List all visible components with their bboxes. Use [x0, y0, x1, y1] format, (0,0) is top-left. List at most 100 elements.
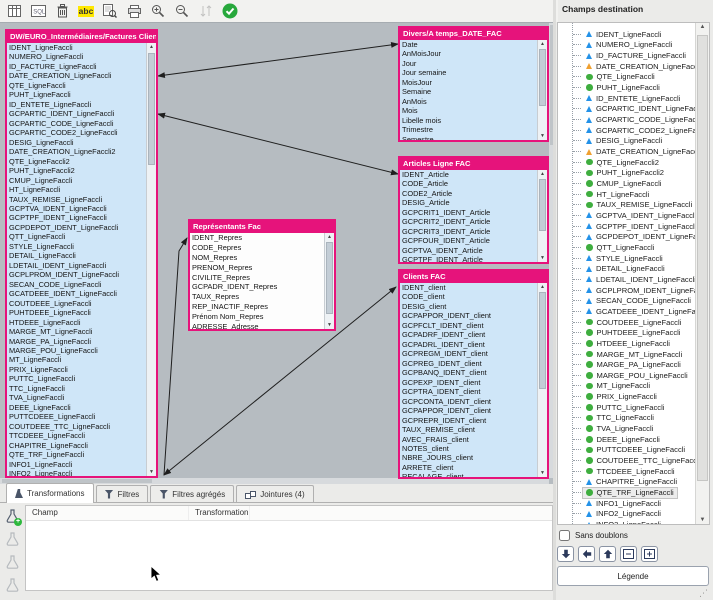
- table-field[interactable]: DESIG_Article: [400, 198, 547, 207]
- collapse-all-button[interactable]: [620, 546, 637, 562]
- grid-column-header[interactable]: Champ: [26, 506, 189, 520]
- scroll-up-icon[interactable]: ▲: [147, 43, 156, 51]
- table-field[interactable]: TAUX_REMISE_client: [400, 425, 547, 434]
- table-icon[interactable]: [3, 2, 25, 21]
- table-field[interactable]: HTDEEE_LigneFaccli: [7, 318, 156, 327]
- tree-scrollbar[interactable]: ▲ ▼: [695, 23, 709, 524]
- table-scrollbar[interactable]: ▲ ▼: [146, 43, 156, 476]
- table-field[interactable]: ARRETE_client: [400, 463, 547, 472]
- table-field[interactable]: GCPFOUR_IDENT_Article: [400, 236, 547, 245]
- table-title[interactable]: Articles Ligne FAC: [400, 158, 547, 170]
- destination-field-row[interactable]: MARGE_POU_LigneFaccli: [558, 370, 696, 381]
- table-scrollbar[interactable]: ▲ ▼: [537, 170, 547, 262]
- destination-field-row[interactable]: GCPLPROM_IDENT_LigneFaccli: [558, 285, 696, 296]
- bottom-tab[interactable]: Jointures (4): [236, 485, 313, 502]
- table-field[interactable]: INFO1_LigneFaccli: [7, 460, 156, 469]
- expand-all-button[interactable]: [641, 546, 658, 562]
- table-field[interactable]: GCPFCLT_IDENT_client: [400, 321, 547, 330]
- destination-field-row[interactable]: PUTTC_LigneFaccli: [558, 402, 696, 413]
- zoom-out-icon[interactable]: [171, 2, 193, 21]
- scroll-up-icon[interactable]: ▲: [538, 40, 547, 48]
- table-divers-temps[interactable]: Divers/A temps_DATE_FAC DateAnMoisJourJo…: [398, 26, 549, 142]
- resize-grip[interactable]: ⋰: [699, 588, 708, 599]
- preview-icon[interactable]: [99, 2, 121, 21]
- scroll-down-icon[interactable]: ▼: [325, 321, 334, 329]
- destination-field-row[interactable]: QTE_LigneFaccli2: [558, 157, 696, 168]
- table-field[interactable]: MARGE_MT_LigneFaccli: [7, 327, 156, 336]
- destination-field-row[interactable]: TTC_LigneFaccli: [558, 413, 696, 424]
- table-clients[interactable]: Clients FAC IDENT_clientCODE_clientDESIG…: [398, 269, 549, 479]
- destination-field-row[interactable]: INFO2_LigneFaccli: [558, 509, 696, 520]
- destination-field-row[interactable]: TTCDEEE_LigneFaccli: [558, 466, 696, 477]
- destination-field-row[interactable]: MT_LigneFaccli: [558, 381, 696, 392]
- table-field[interactable]: RECALAGE_client: [400, 472, 547, 477]
- sql-view-icon[interactable]: SQL: [27, 2, 49, 21]
- table-field[interactable]: Libelle mois: [400, 116, 547, 125]
- table-field[interactable]: GCPADR_IDENT_Repres: [190, 282, 334, 292]
- table-field[interactable]: COUTDEEE_LigneFaccli: [7, 299, 156, 308]
- destination-field-row[interactable]: GCPTVA_IDENT_LigneFaccli: [558, 210, 696, 221]
- destination-field-row[interactable]: ID_ENTETE_LigneFaccli: [558, 93, 696, 104]
- table-field[interactable]: Trimestre: [400, 125, 547, 134]
- scroll-down-icon[interactable]: ▼: [147, 468, 156, 476]
- table-title[interactable]: Représentants Fac: [190, 221, 334, 233]
- destination-field-row[interactable]: TAUX_REMISE_LigneFaccli: [558, 200, 696, 211]
- table-field[interactable]: CODE2_Article: [400, 189, 547, 198]
- table-field[interactable]: GCPAPPOR_IDENT_client: [400, 406, 547, 415]
- destination-field-row[interactable]: DATE_CREATION_LigneFaccli2: [558, 146, 696, 157]
- destination-field-row[interactable]: NUMERO_LigneFaccli: [558, 40, 696, 51]
- table-field[interactable]: DATE_CREATION_LigneFaccli: [7, 71, 156, 80]
- table-field[interactable]: MT_LigneFaccli: [7, 355, 156, 364]
- destination-field-row[interactable]: DATE_CREATION_LigneFaccli: [558, 61, 696, 72]
- table-field[interactable]: GCPTPF_IDENT_Article: [400, 255, 547, 262]
- table-field[interactable]: GCPTVA_IDENT_Article: [400, 246, 547, 255]
- table-field[interactable]: GCPTVA_IDENT_LigneFaccli: [7, 204, 156, 213]
- bottom-tab[interactable]: Filtres: [96, 485, 149, 502]
- scroll-down-icon[interactable]: ▼: [538, 469, 547, 477]
- destination-field-row[interactable]: STYLE_LigneFaccli: [558, 253, 696, 264]
- table-field[interactable]: STYLE_LigneFaccli: [7, 242, 156, 251]
- table-field[interactable]: CODE_client: [400, 292, 547, 301]
- scroll-thumb[interactable]: [148, 53, 155, 165]
- table-field[interactable]: DESIG_client: [400, 302, 547, 311]
- destination-field-row[interactable]: DETAIL_LigneFaccli: [558, 263, 696, 274]
- scroll-thumb[interactable]: [697, 35, 708, 481]
- table-field[interactable]: TAUX_REMISE_LigneFaccli: [7, 195, 156, 204]
- destination-field-row[interactable]: HTDEEE_LigneFaccli: [558, 338, 696, 349]
- table-field[interactable]: PRIX_LigneFaccli: [7, 365, 156, 374]
- table-field[interactable]: DATE_CREATION_LigneFaccli2: [7, 147, 156, 156]
- table-field[interactable]: MARGE_POU_LigneFaccli: [7, 346, 156, 355]
- bottom-tab[interactable]: Filtres agrégés: [150, 485, 234, 502]
- table-field[interactable]: INFO2_LigneFaccli: [7, 469, 156, 476]
- destination-field-row[interactable]: QTE_LigneFaccli: [558, 72, 696, 83]
- destination-field-row[interactable]: GCPTPF_IDENT_LigneFaccli: [558, 221, 696, 232]
- table-field[interactable]: QTT_LigneFaccli: [7, 232, 156, 241]
- transformations-grid[interactable]: ChampTransformation: [25, 505, 553, 591]
- destination-field-row[interactable]: PRIX_LigneFaccli: [558, 391, 696, 402]
- table-field[interactable]: GCPCRIT1_IDENT_Article: [400, 208, 547, 217]
- table-field[interactable]: CIVILITE_Repres: [190, 273, 334, 283]
- sans-doublons-checkbox[interactable]: [559, 530, 570, 541]
- table-field[interactable]: ID_ENTETE_LigneFaccli: [7, 100, 156, 109]
- table-field[interactable]: GCPCRIT2_IDENT_Article: [400, 217, 547, 226]
- rename-abc-icon[interactable]: abc: [75, 2, 97, 21]
- grid-column-header[interactable]: Transformation: [189, 506, 250, 520]
- table-field[interactable]: PUHT_LigneFaccli2: [7, 166, 156, 175]
- table-field[interactable]: Mois: [400, 106, 547, 115]
- table-field[interactable]: DETAIL_LigneFaccli: [7, 251, 156, 260]
- destination-field-row[interactable]: CMUP_LigneFaccli: [558, 178, 696, 189]
- table-field[interactable]: GCPEXP_IDENT_client: [400, 378, 547, 387]
- table-field[interactable]: CHAPITRE_LigneFaccli: [7, 441, 156, 450]
- table-field[interactable]: CMUP_LigneFaccli: [7, 176, 156, 185]
- table-field[interactable]: GCPTRA_IDENT_client: [400, 387, 547, 396]
- diagram-canvas[interactable]: DW/EURO_Intermédiaires/Factures Clien ID…: [0, 22, 555, 484]
- destination-field-row[interactable]: GCPDEPOT_IDENT_LigneFaccli: [558, 231, 696, 242]
- table-field[interactable]: AVEC_FRAIS_client: [400, 435, 547, 444]
- destination-field-row[interactable]: PUTTCDEEE_LigneFaccli: [558, 445, 696, 456]
- table-field[interactable]: AnMoisJour: [400, 49, 547, 58]
- destination-field-row[interactable]: DESIG_LigneFaccli: [558, 136, 696, 147]
- add-transformation-button[interactable]: [3, 507, 21, 525]
- table-field[interactable]: GCPADRL_IDENT_client: [400, 340, 547, 349]
- destination-field-row[interactable]: QTT_LigneFaccli: [558, 242, 696, 253]
- table-field[interactable]: GCPREGM_IDENT_client: [400, 349, 547, 358]
